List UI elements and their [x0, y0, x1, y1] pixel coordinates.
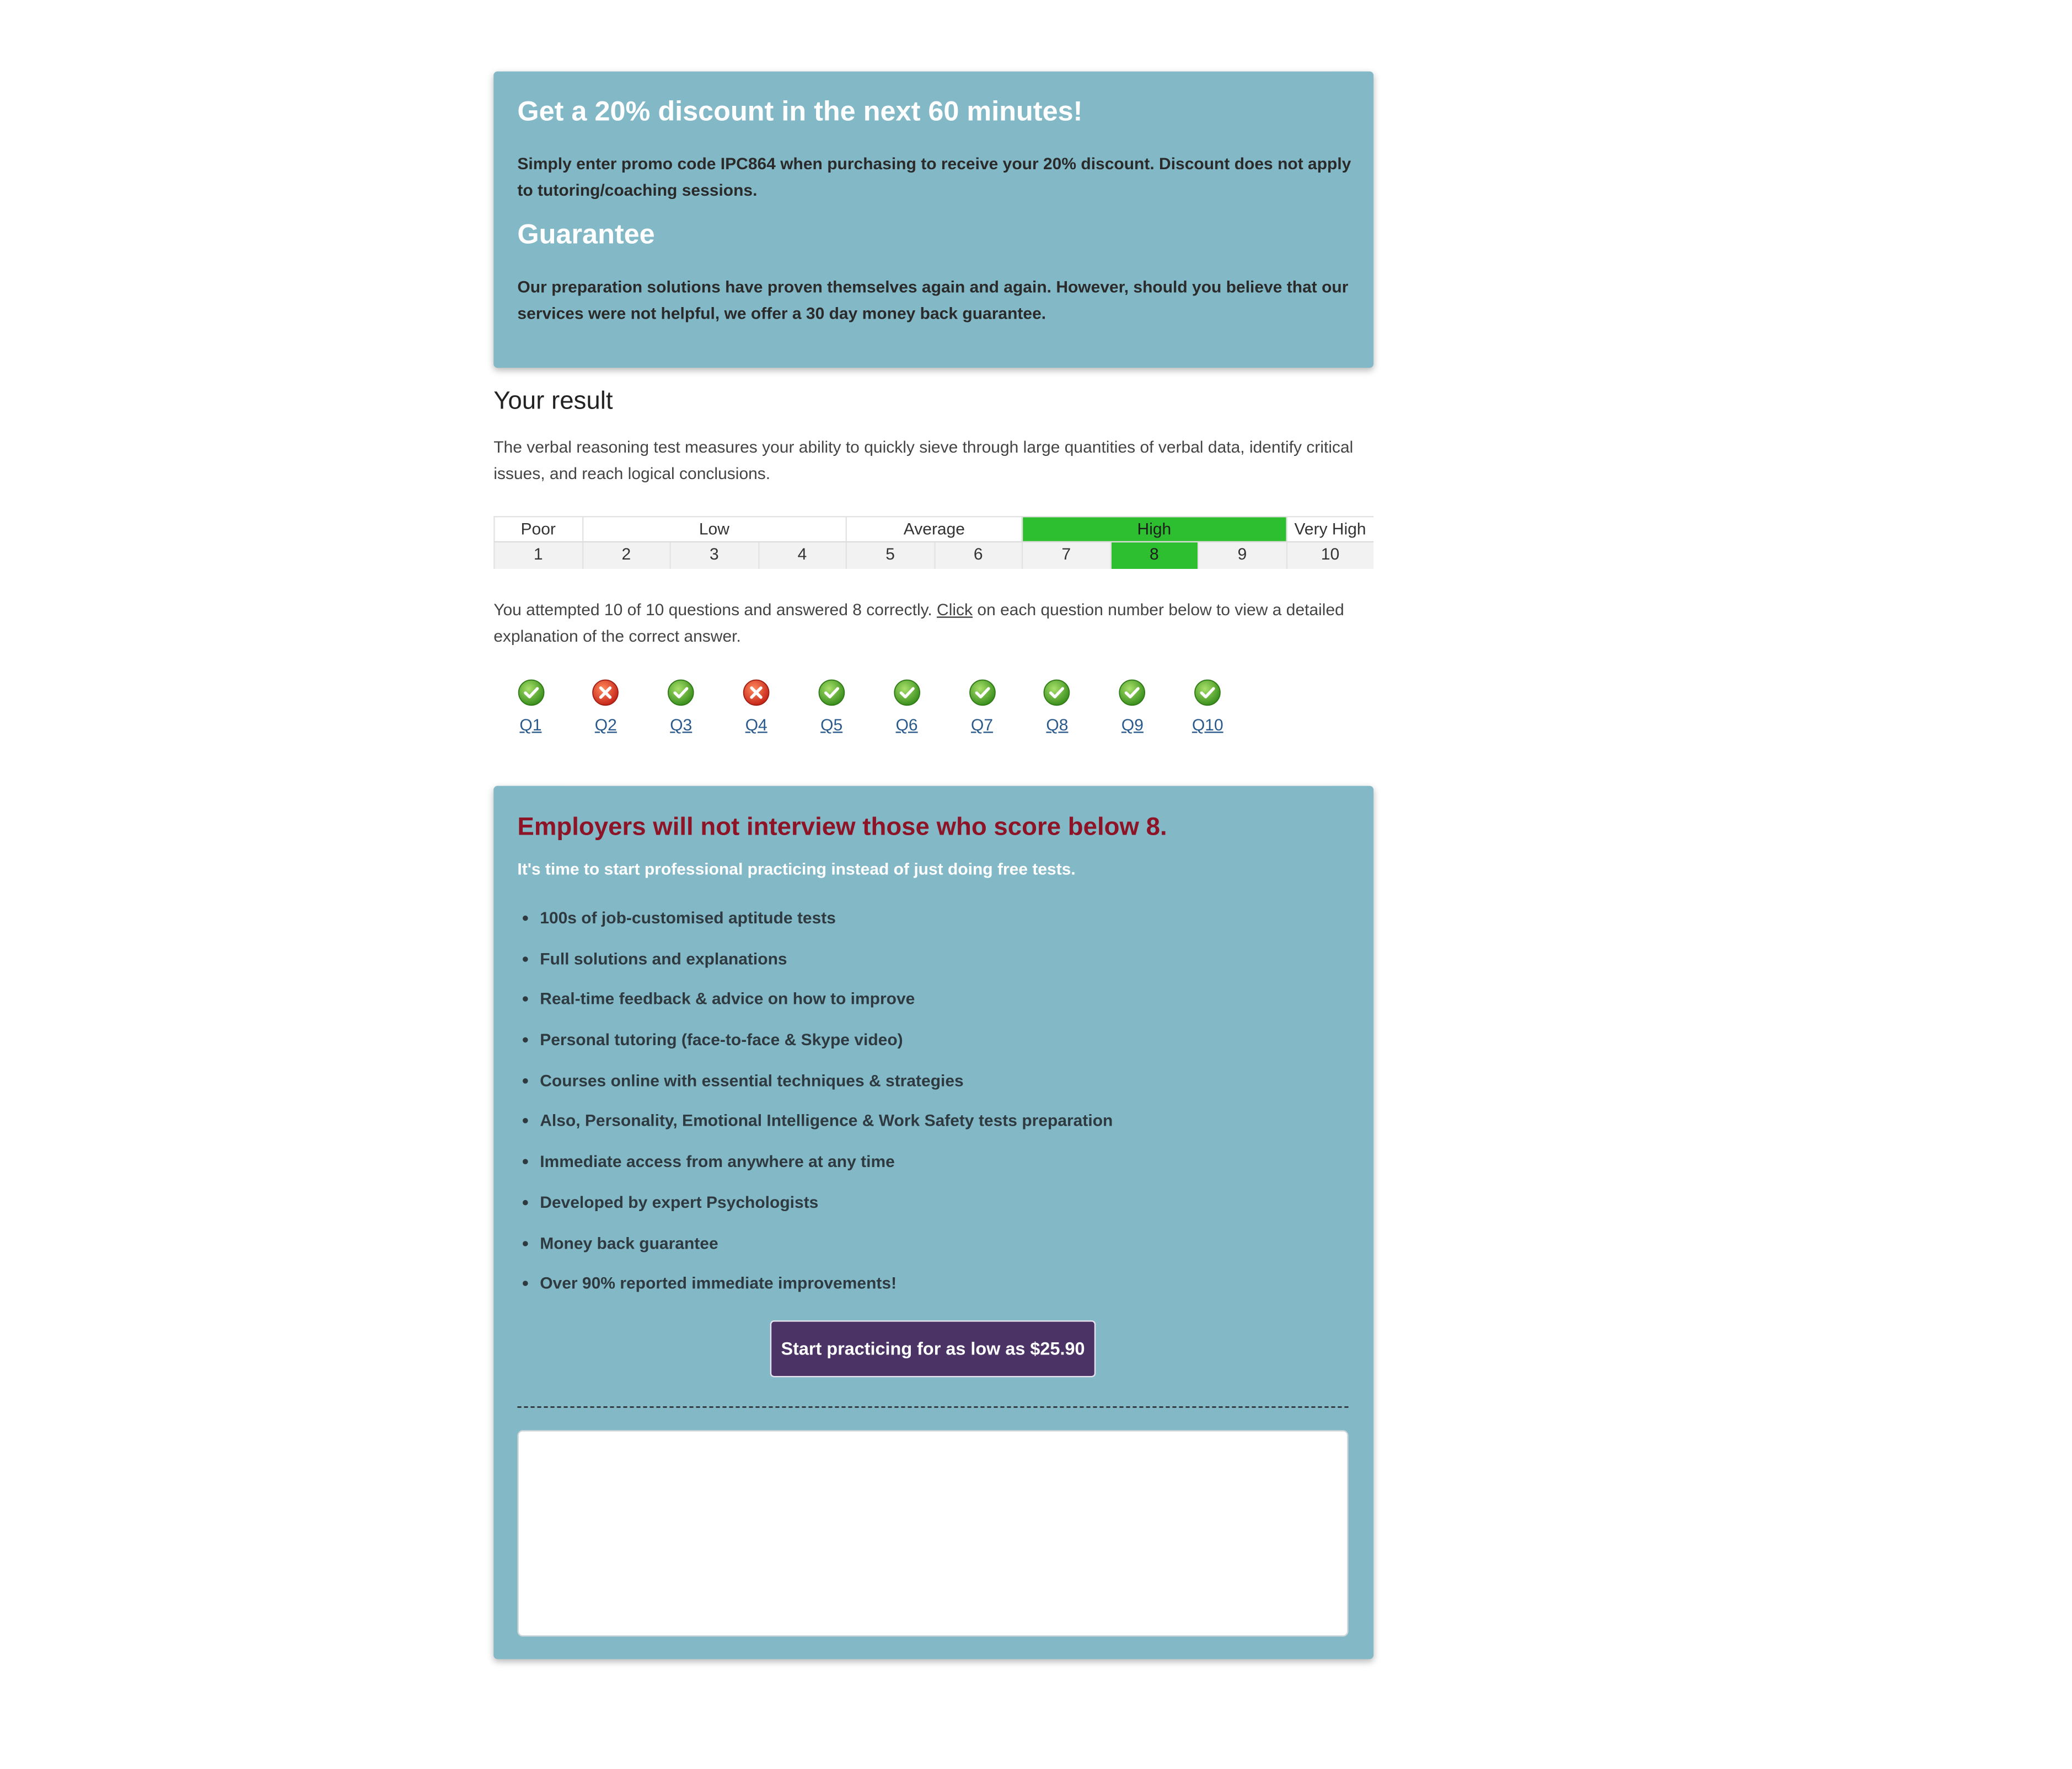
- promo-title: Get a 20% discount in the next 60 minute…: [517, 96, 1083, 127]
- question-item: Q3: [654, 679, 707, 734]
- scale-number-4: 4: [758, 542, 846, 569]
- cross-icon: [730, 679, 783, 706]
- question-item: Q9: [1106, 679, 1159, 734]
- scale-number-9: 9: [1198, 542, 1286, 569]
- question-link-q4[interactable]: Q4: [730, 716, 783, 734]
- offer-subline: It's time to start professional practici…: [517, 860, 1076, 879]
- feature-item: Over 90% reported immediate improvements…: [517, 1270, 1113, 1311]
- check-icon: [504, 679, 557, 706]
- feature-list: 100s of job-customised aptitude tests Ful…: [517, 905, 1113, 1311]
- scale-band-average: Average: [845, 516, 1022, 541]
- question-item: Q7: [956, 679, 1008, 734]
- result-title: Your result: [493, 388, 613, 416]
- attempt-summary: You attempted 10 of 10 questions and ans…: [493, 598, 1373, 650]
- check-icon: [1181, 679, 1234, 706]
- scale-number-7: 7: [1021, 542, 1110, 569]
- feature-item: Developed by expert Psychologists: [517, 1189, 1113, 1230]
- score-scale: Poor Low Average High Very High 1 2 3 4 5 6 7 8 9 10: [493, 516, 1374, 569]
- dashed-divider: [517, 1406, 1349, 1408]
- cross-icon: [579, 679, 632, 706]
- click-link[interactable]: Click: [937, 601, 973, 620]
- check-icon: [1106, 679, 1159, 706]
- question-link-q8[interactable]: Q8: [1030, 716, 1083, 734]
- question-item: Q10: [1181, 679, 1234, 734]
- feature-item: Real-time feedback & advice on how to im…: [517, 986, 1113, 1027]
- feature-item: Courses online with essential techniques…: [517, 1067, 1113, 1108]
- feature-item: Immediate access from anywhere at any ti…: [517, 1149, 1113, 1190]
- guarantee-text: Our preparation solutions have proven th…: [517, 278, 1349, 322]
- question-link-q9[interactable]: Q9: [1106, 716, 1159, 734]
- guarantee-title: Guarantee: [517, 219, 655, 250]
- question-item: Q8: [1030, 679, 1083, 734]
- scale-number-5: 5: [845, 542, 934, 569]
- feature-item: 100s of job-customised aptitude tests: [517, 905, 1113, 946]
- feature-item: Money back guarantee: [517, 1230, 1113, 1271]
- start-practicing-button[interactable]: Start practicing for as low as $25.90: [770, 1320, 1096, 1378]
- feature-item: Also, Personality, Emotional Intelligenc…: [517, 1108, 1113, 1149]
- check-icon: [881, 679, 933, 706]
- scale-number-8: 8: [1109, 542, 1198, 569]
- question-link-q2[interactable]: Q2: [579, 716, 632, 734]
- question-link-q5[interactable]: Q5: [805, 716, 858, 734]
- attempt-text-before: You attempted 10 of 10 questions and ans…: [493, 600, 937, 620]
- question-item: Q2: [579, 679, 632, 734]
- question-link-q10[interactable]: Q10: [1181, 716, 1234, 734]
- promo-panel: Get a 20% discount in the next 60 minute…: [493, 71, 1374, 368]
- promo-text: Simply enter promo code IPC864 when purc…: [517, 154, 1351, 200]
- scale-number-1: 1: [493, 542, 582, 569]
- check-icon: [654, 679, 707, 706]
- scale-band-poor: Poor: [493, 516, 582, 541]
- question-item: Q6: [881, 679, 933, 734]
- question-item: Q4: [730, 679, 783, 734]
- check-icon: [956, 679, 1008, 706]
- scale-number-2: 2: [581, 542, 670, 569]
- question-item: Q1: [504, 679, 557, 734]
- offer-panel: Employers will not interview those who s…: [493, 786, 1374, 1659]
- scale-band-high: High: [1021, 516, 1286, 541]
- question-link-q7[interactable]: Q7: [956, 716, 1008, 734]
- question-link-q1[interactable]: Q1: [504, 716, 557, 734]
- check-icon: [1030, 679, 1083, 706]
- scale-band-low: Low: [581, 516, 846, 541]
- scale-number-3: 3: [669, 542, 758, 569]
- offer-headline: Employers will not interview those who s…: [517, 814, 1167, 842]
- scale-number-10: 10: [1285, 542, 1374, 569]
- question-link-q6[interactable]: Q6: [881, 716, 933, 734]
- feature-item: Personal tutoring (face-to-face & Skype …: [517, 1027, 1113, 1068]
- question-item: Q5: [805, 679, 858, 734]
- result-description: The verbal reasoning test measures your …: [493, 438, 1354, 482]
- scale-number-6: 6: [933, 542, 1022, 569]
- check-icon: [805, 679, 858, 706]
- feature-item: Full solutions and explanations: [517, 945, 1113, 986]
- scale-band-very-high: Very High: [1285, 516, 1374, 541]
- question-link-q3[interactable]: Q3: [654, 716, 707, 734]
- embedded-content-box: [517, 1430, 1349, 1637]
